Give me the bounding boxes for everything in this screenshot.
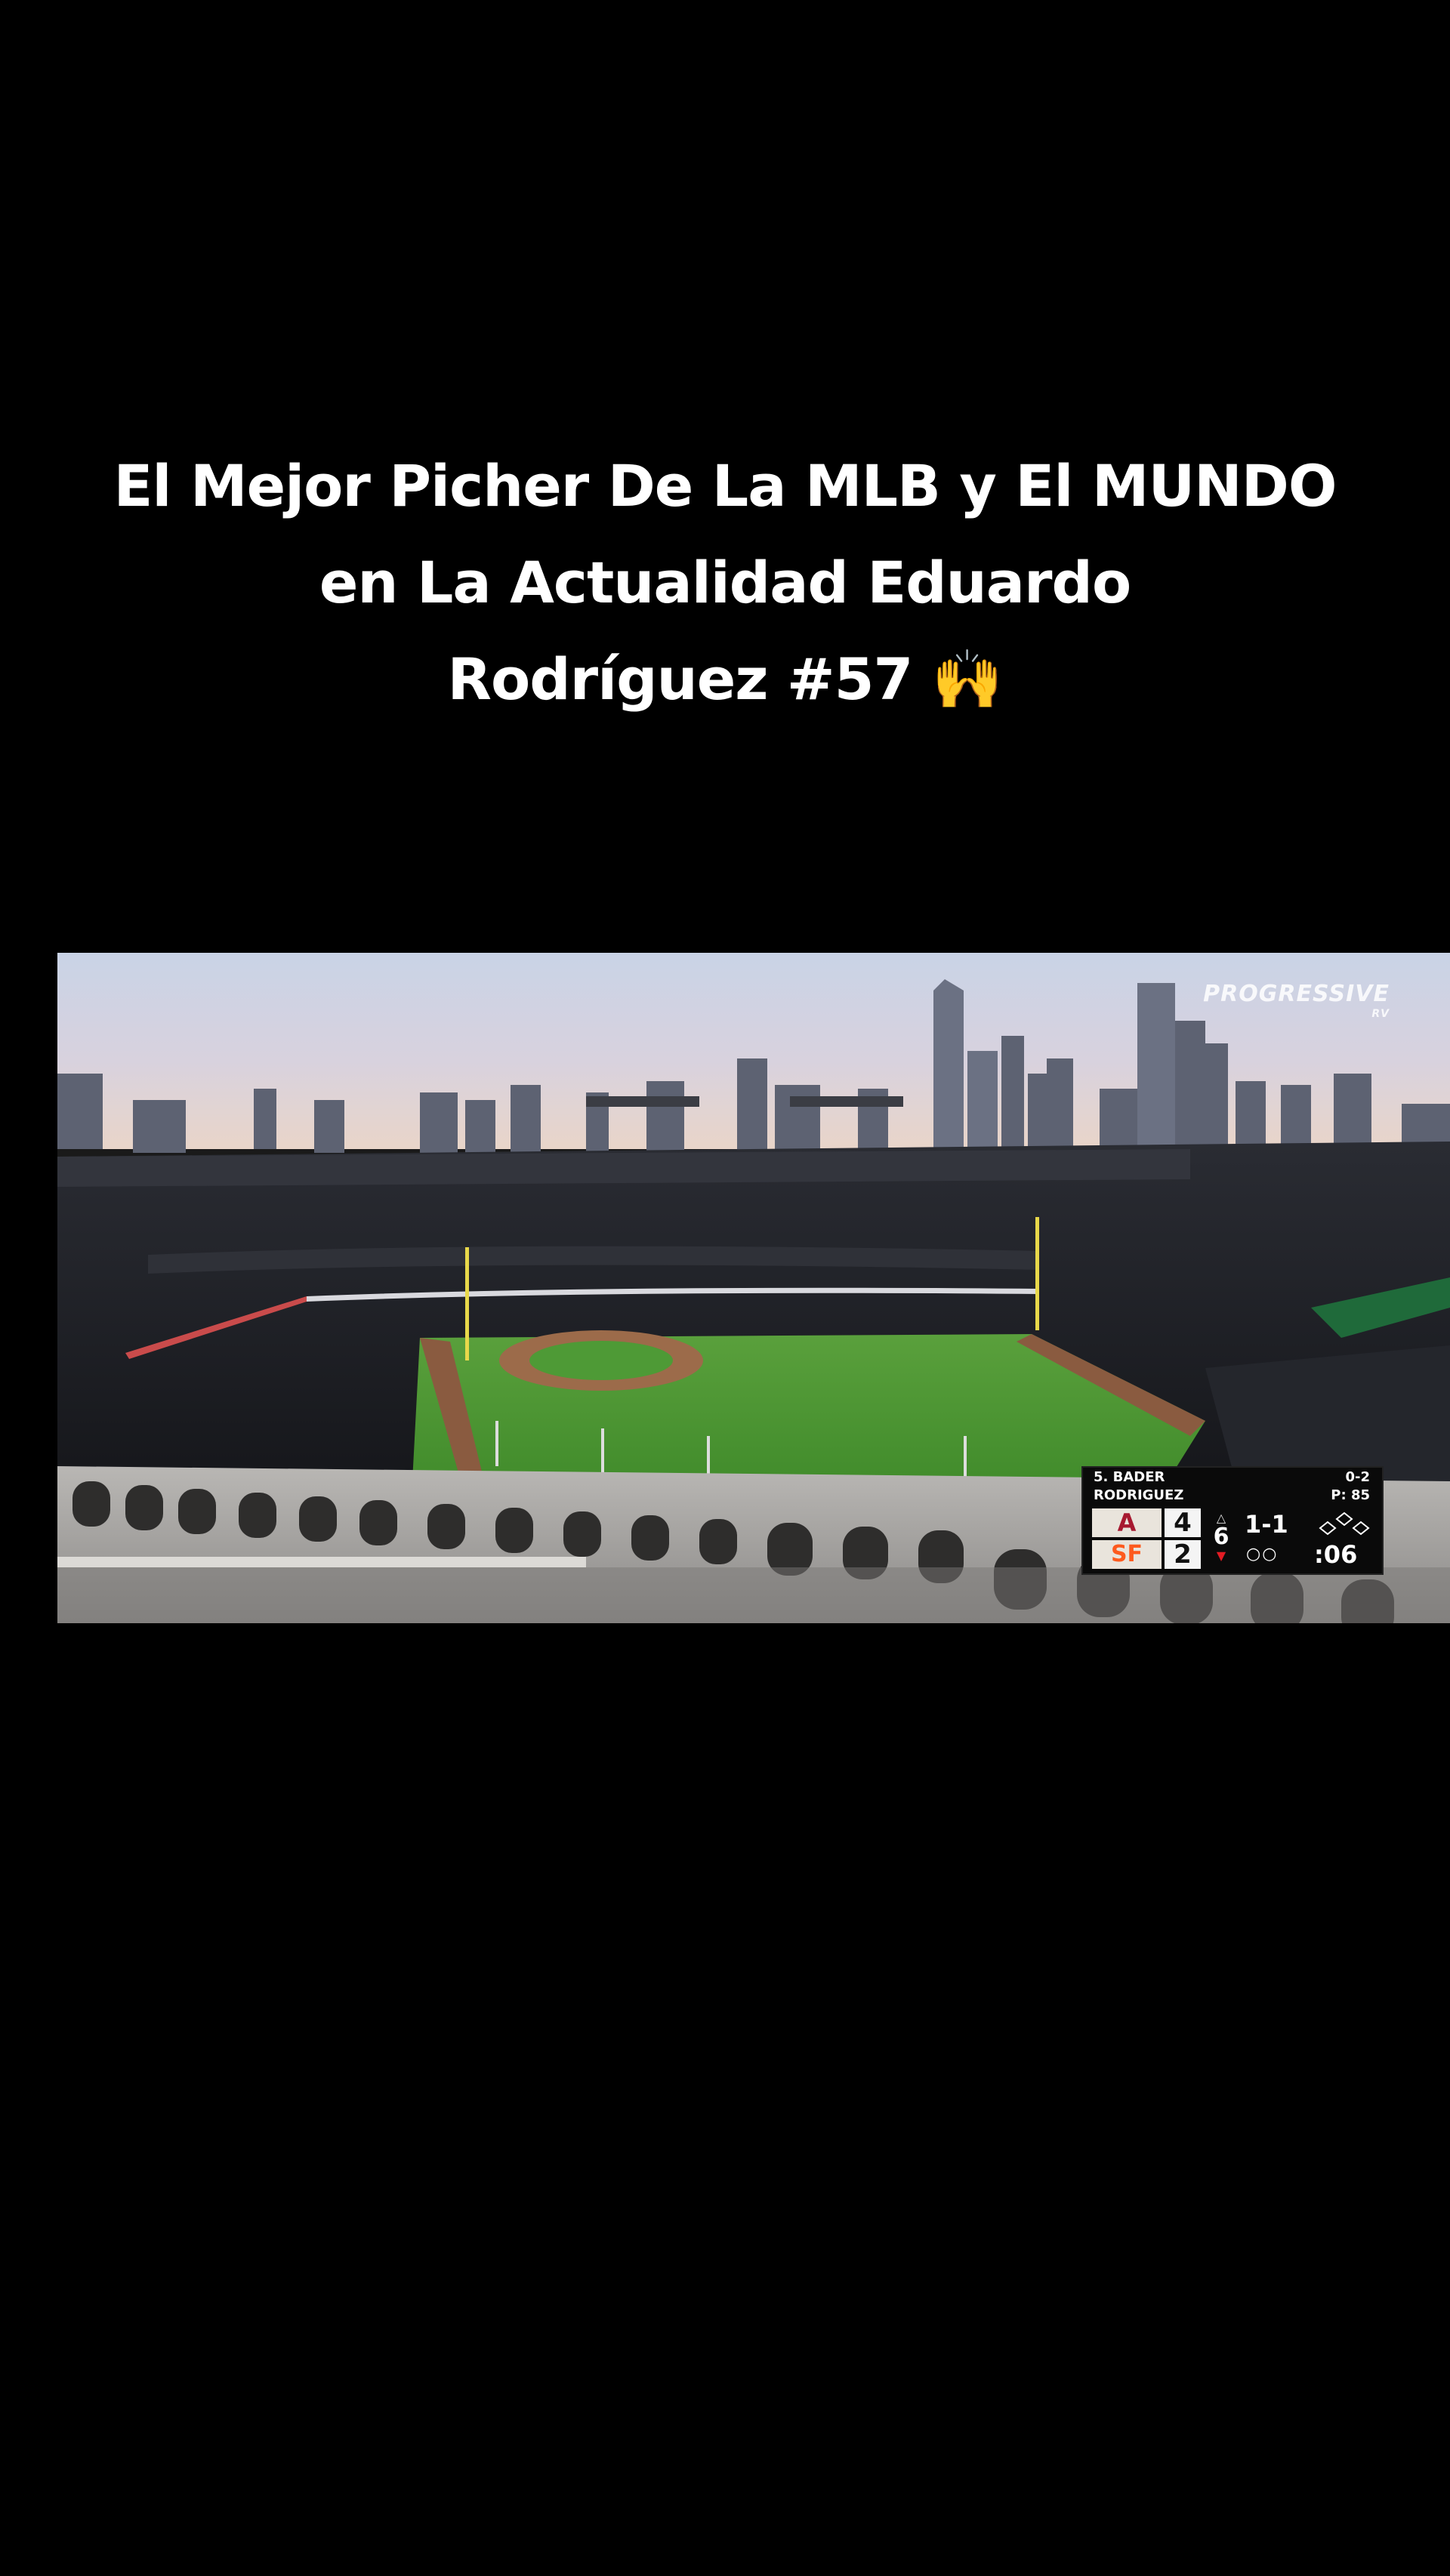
- batter-name: 5. BADER: [1094, 1469, 1165, 1485]
- ball-strike-count: 1-1: [1245, 1510, 1288, 1539]
- pitcher-name: RODRIGUEZ: [1094, 1487, 1184, 1503]
- video-player[interactable]: PROGRESSIVE RV 5. BADER 0-2 RODRIGUEZ P:…: [57, 953, 1450, 1623]
- home-score: 2: [1165, 1540, 1201, 1569]
- away-score: 4: [1165, 1508, 1201, 1537]
- inning-number: 6: [1213, 1524, 1229, 1550]
- bases-diamond-icon: [1319, 1511, 1370, 1536]
- pitcher-row: RODRIGUEZ P: 85: [1083, 1487, 1382, 1504]
- caption-line-3: Rodríguez #57 🙌: [447, 646, 1004, 713]
- batter-row: 5. BADER 0-2: [1083, 1469, 1382, 1486]
- watermark-text: PROGRESSIVE: [1203, 981, 1390, 1007]
- scorebug: 5. BADER 0-2 RODRIGUEZ P: 85 A 4 SF 2 △ …: [1081, 1466, 1384, 1575]
- away-team-row: A 4: [1092, 1508, 1205, 1537]
- home-team-row: SF 2: [1092, 1540, 1205, 1569]
- caption-line-2: en La Actualidad Eduardo: [319, 549, 1131, 616]
- team-scores: A 4 SF 2: [1092, 1508, 1205, 1569]
- progressive-watermark: PROGRESSIVE RV: [1203, 981, 1390, 1024]
- pitch-clock: :06: [1314, 1540, 1358, 1569]
- inning-indicator: △ 6 ▼: [1210, 1511, 1232, 1569]
- outs-indicator: ○○: [1246, 1545, 1279, 1564]
- video-caption: El Mejor Picher De La MLB y El MUNDO en …: [0, 438, 1450, 728]
- inning-bottom-arrow-icon: ▼: [1216, 1548, 1226, 1563]
- caption-line-1: El Mejor Picher De La MLB y El MUNDO: [113, 452, 1337, 519]
- giants-logo-icon: SF: [1092, 1540, 1162, 1569]
- diamondbacks-logo-icon: A: [1092, 1508, 1162, 1537]
- pitch-count: P: 85: [1331, 1487, 1370, 1503]
- batter-stat: 0-2: [1345, 1469, 1370, 1485]
